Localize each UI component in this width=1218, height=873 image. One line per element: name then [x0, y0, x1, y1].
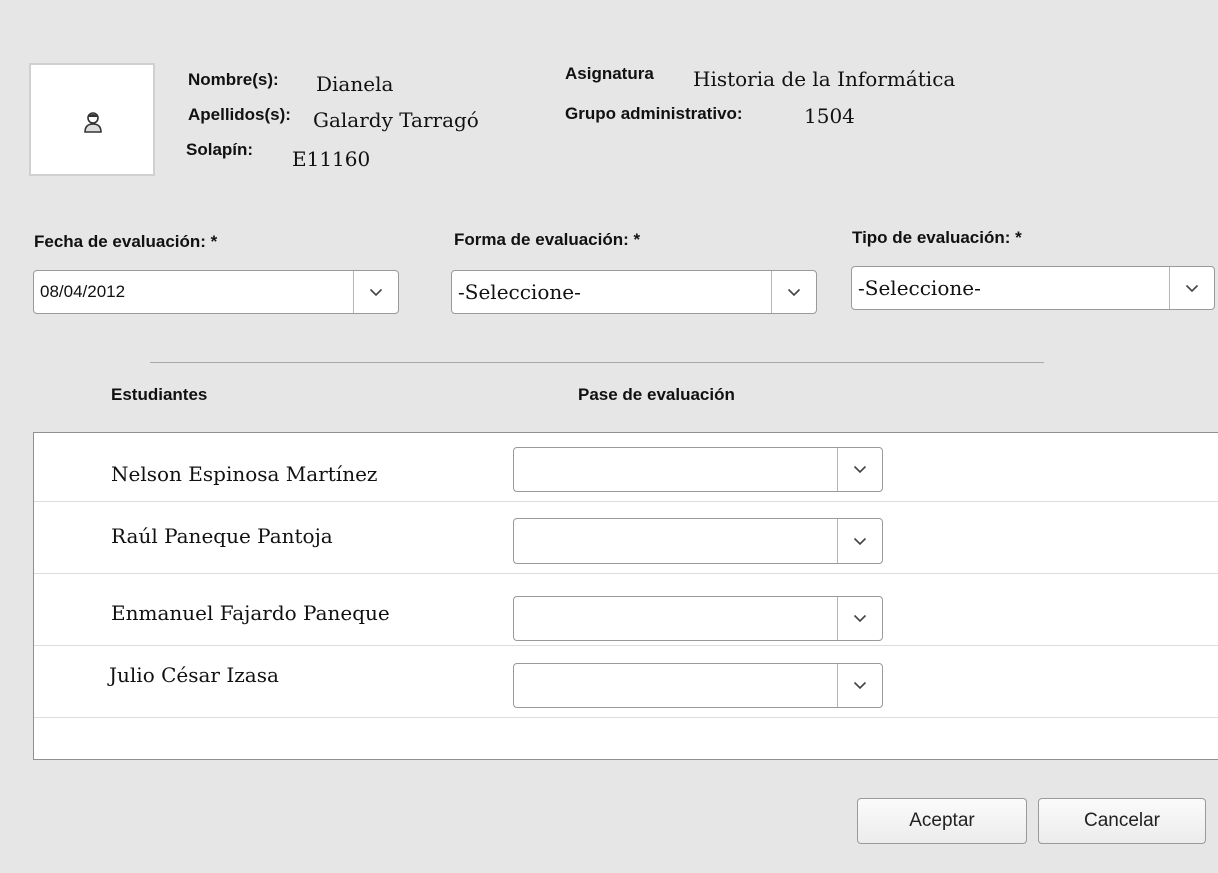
chevron-down-icon — [369, 288, 383, 296]
date-picker[interactable]: 08/04/2012 — [33, 270, 399, 314]
row-divider — [34, 573, 1218, 574]
form-dropdown-button[interactable] — [771, 271, 816, 313]
type-select[interactable]: -Seleccione- — [851, 266, 1215, 310]
student-name: Julio César Izasa — [109, 663, 279, 687]
user-icon — [84, 112, 102, 133]
date-value: 08/04/2012 — [40, 282, 126, 301]
type-select-value: -Seleccione- — [858, 276, 981, 300]
chevron-down-icon — [787, 288, 801, 296]
name-label: Nombre(s): — [188, 70, 279, 89]
badge-label: Solapín: — [186, 140, 254, 159]
form-select[interactable]: -Seleccione- — [451, 270, 817, 314]
avatar — [29, 63, 155, 176]
students-table: Nelson Espinosa Martínez Raúl Paneque Pa… — [33, 432, 1218, 760]
student-name: Raúl Paneque Pantoja — [111, 524, 333, 548]
pass-dropdown-button[interactable] — [837, 519, 882, 563]
name-value: Dianela — [316, 72, 394, 96]
subject-value: Historia de la Informática — [693, 67, 956, 91]
student-name: Nelson Espinosa Martínez — [111, 462, 378, 486]
column-header-pass: Pase de evaluación — [578, 385, 735, 404]
section-divider — [150, 362, 1044, 363]
type-dropdown-button[interactable] — [1169, 267, 1214, 309]
group-label: Grupo administrativo: — [565, 104, 743, 123]
pass-select[interactable] — [513, 596, 883, 641]
chevron-down-icon — [853, 681, 867, 690]
pass-select[interactable] — [513, 518, 883, 564]
badge-value: E11160 — [292, 147, 371, 171]
pass-select[interactable] — [513, 447, 883, 492]
form-label: Forma de evaluación: * — [454, 230, 641, 249]
pass-dropdown-button[interactable] — [837, 448, 882, 491]
surname-label: Apellidos(s): — [188, 105, 291, 124]
group-value: 1504 — [804, 104, 855, 128]
accept-button[interactable]: Aceptar — [857, 798, 1027, 844]
pass-dropdown-button[interactable] — [837, 597, 882, 640]
chevron-down-icon — [1185, 284, 1199, 292]
row-divider — [34, 645, 1218, 646]
chevron-down-icon — [853, 537, 867, 545]
chevron-down-icon — [853, 614, 867, 623]
date-dropdown-button[interactable] — [353, 271, 398, 313]
row-divider — [34, 717, 1218, 718]
pass-dropdown-button[interactable] — [837, 664, 882, 707]
date-label: Fecha de evaluación: * — [34, 232, 218, 251]
chevron-down-icon — [853, 465, 867, 474]
form-select-value: -Seleccione- — [458, 280, 581, 304]
column-header-students: Estudiantes — [111, 385, 208, 404]
surname-value: Galardy Tarragó — [313, 108, 479, 132]
student-name: Enmanuel Fajardo Paneque — [111, 601, 390, 625]
cancel-button[interactable]: Cancelar — [1038, 798, 1206, 844]
pass-select[interactable] — [513, 663, 883, 708]
type-label: Tipo de evaluación: * — [852, 228, 1022, 247]
subject-label: Asignatura — [565, 64, 654, 83]
row-divider — [34, 501, 1218, 502]
